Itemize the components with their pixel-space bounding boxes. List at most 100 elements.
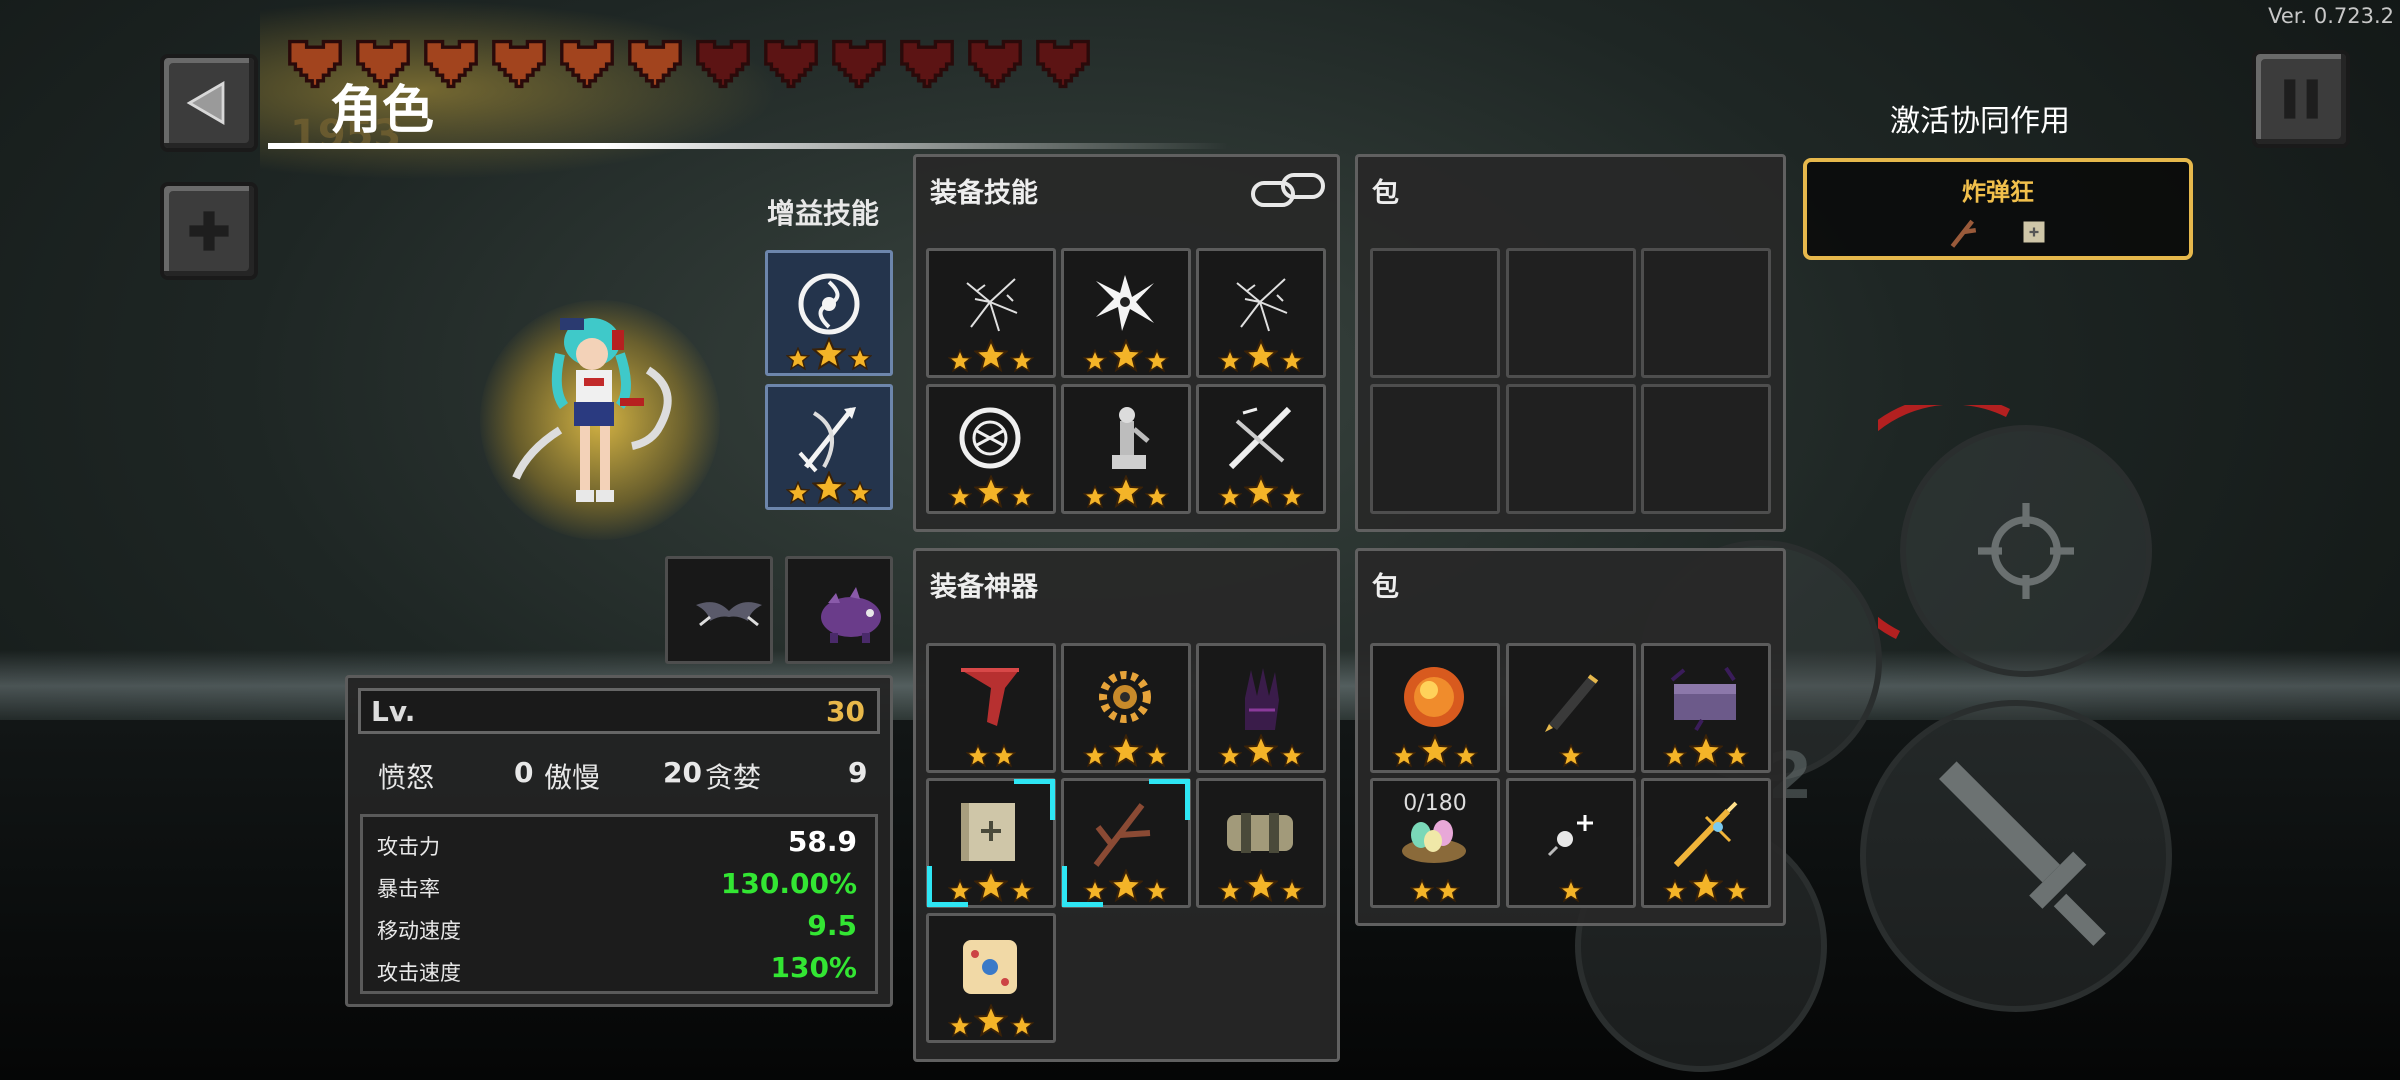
fire-orb-icon: [1404, 667, 1464, 727]
star-icon: [1559, 879, 1583, 903]
version-label: Ver. 0.723.2: [2268, 4, 2394, 28]
sparkle-icon: [1547, 815, 1593, 857]
star-icon: [1145, 879, 1169, 903]
star-icon: [786, 347, 810, 371]
back-button[interactable]: [160, 54, 258, 152]
heart-icon: [764, 39, 818, 89]
buff-skill-slot[interactable]: [765, 384, 893, 510]
sin-value-pride: 20: [663, 756, 702, 789]
skills-bag-title: 包: [1372, 178, 1399, 209]
companion-slot[interactable]: [665, 556, 773, 664]
equipped-artifacts-title: 装备神器: [930, 572, 1038, 603]
star-icon: [1109, 339, 1143, 373]
equipped-artifact-slot[interactable]: [926, 778, 1056, 908]
pause-icon: [2284, 79, 2318, 119]
add-button[interactable]: [160, 182, 258, 280]
star-icon: [1083, 349, 1107, 373]
star-icon: [1663, 879, 1687, 903]
equipped-artifact-slot[interactable]: [1061, 778, 1191, 908]
star-icon: [1280, 485, 1304, 509]
equipped-artifact-slot[interactable]: [926, 643, 1056, 773]
character-sprite-icon[interactable]: [500, 310, 700, 530]
heart-icon: [900, 39, 954, 89]
sin-label-greed: 贪婪: [705, 761, 762, 794]
star-icon: [786, 481, 810, 505]
level-label: Lv.: [371, 695, 416, 728]
skills-bag-slot[interactable]: [1370, 384, 1500, 514]
star-icon: [1244, 869, 1278, 903]
skills-bag-slot[interactable]: [1506, 248, 1636, 378]
equipped-skill-slot[interactable]: [926, 248, 1056, 378]
stat-label: 移动速度: [377, 919, 461, 943]
synergy-card[interactable]: 炸弹狂: [1803, 158, 2193, 260]
barrel-icon: [1227, 813, 1293, 853]
star-icon: [1689, 734, 1723, 768]
star-icon: [1010, 1014, 1034, 1038]
artifacts-bag-slot[interactable]: 0/180: [1370, 778, 1500, 908]
star-icon: [1689, 869, 1723, 903]
stat-label: 暴击率: [377, 877, 440, 901]
page-title: 角色: [330, 81, 435, 141]
artifacts-bag-slot[interactable]: [1641, 643, 1771, 773]
star-rating: [1199, 869, 1323, 903]
sin-value-wrath: 0: [514, 756, 534, 789]
companion-slot[interactable]: [785, 556, 893, 664]
star-icon: [848, 347, 872, 371]
star-icon: [1218, 879, 1242, 903]
artifacts-bag-slot[interactable]: [1506, 643, 1636, 773]
stat-label: 攻击速度: [377, 961, 461, 985]
heart-icon: [696, 39, 750, 89]
highlight-corner: [1014, 779, 1055, 820]
highlight-corner: [1062, 866, 1103, 907]
pause-button[interactable]: [2252, 50, 2350, 148]
sin-value-greed: 9: [848, 756, 868, 789]
star-icon: [948, 1014, 972, 1038]
red-scarf-icon: [961, 668, 1019, 726]
scroll-icon: [2023, 221, 2045, 243]
equipped-skill-slot[interactable]: [926, 384, 1056, 514]
artifacts-bag-slot[interactable]: [1641, 778, 1771, 908]
star-rating: [929, 339, 1053, 373]
shuriken-icon: [1096, 275, 1154, 331]
skills-bag-slot[interactable]: [1641, 248, 1771, 378]
equipped-skill-slot[interactable]: [1061, 248, 1191, 378]
equipped-artifact-slot[interactable]: [1196, 778, 1326, 908]
statue-icon: [1112, 407, 1150, 469]
attack-control: [1860, 700, 2172, 1012]
heart-icon: [1036, 39, 1090, 89]
star-rating: [1509, 744, 1633, 768]
star-icon: [974, 475, 1008, 509]
stat-row: 移动速度 9.5: [377, 909, 857, 949]
chain-link-icon[interactable]: [1249, 169, 1329, 213]
star-rating: [1509, 879, 1633, 903]
plus-icon: [189, 211, 229, 251]
equipped-artifact-slot[interactable]: [1196, 643, 1326, 773]
skills-bag-slot[interactable]: [1641, 384, 1771, 514]
heart-icon: [968, 39, 1022, 89]
equipped-skill-slot[interactable]: [1196, 248, 1326, 378]
star-rating: [929, 1004, 1053, 1038]
star-icon: [1244, 734, 1278, 768]
equipped-skill-slot[interactable]: [1061, 384, 1191, 514]
equipped-artifact-slot[interactable]: [926, 913, 1056, 1043]
cooldown-arc: [1878, 405, 2010, 640]
artifacts-bag-slot[interactable]: [1506, 778, 1636, 908]
star-icon: [948, 349, 972, 373]
buff-skill-slot[interactable]: [765, 250, 893, 376]
star-icon: [1280, 879, 1304, 903]
star-icon: [1010, 879, 1034, 903]
star-icon: [1218, 485, 1242, 509]
star-rating: [1373, 734, 1497, 768]
artifacts-bag-slot[interactable]: [1370, 643, 1500, 773]
stat-value: 9.5: [807, 909, 857, 942]
star-icon: [848, 481, 872, 505]
skills-bag-slot[interactable]: [1506, 384, 1636, 514]
star-icon: [1244, 475, 1278, 509]
star-rating: [1199, 339, 1323, 373]
star-icon: [1725, 744, 1749, 768]
star-icon: [974, 1004, 1008, 1038]
equipped-artifact-slot[interactable]: [1061, 643, 1191, 773]
equipped-skill-slot[interactable]: [1196, 384, 1326, 514]
heart-icon: [628, 39, 682, 89]
skills-bag-slot[interactable]: [1370, 248, 1500, 378]
